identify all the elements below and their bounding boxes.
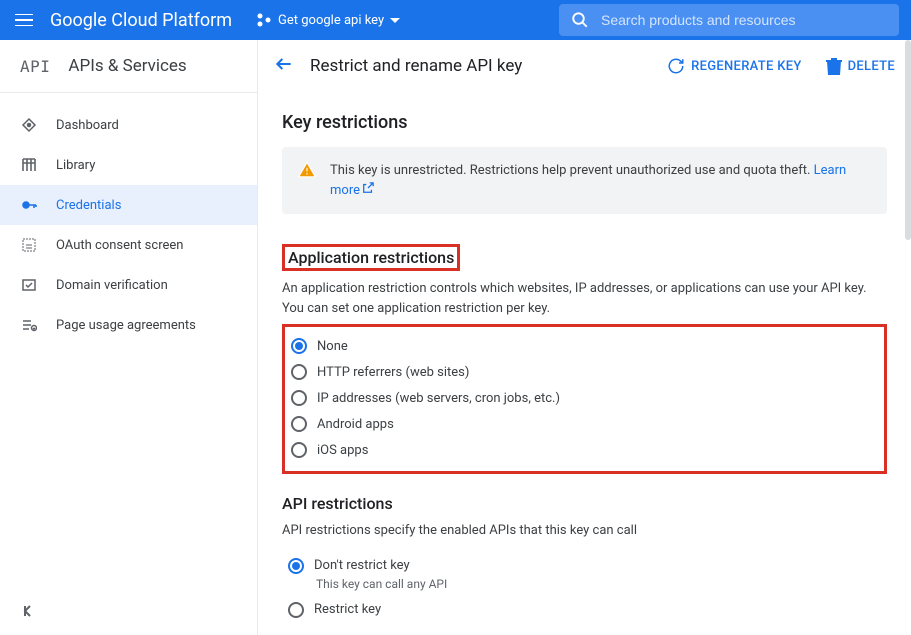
app-restrictions-desc: An application restriction controls whic… xyxy=(282,279,887,318)
library-icon xyxy=(20,156,38,174)
radio-dont-restrict[interactable]: Don't restrict key xyxy=(284,553,887,579)
radio-restrict-key[interactable]: Restrict key xyxy=(284,597,887,623)
warning-text: This key is unrestricted. Restrictions h… xyxy=(330,163,814,178)
radio-sublabel: This key can call any API xyxy=(316,577,887,591)
usage-icon xyxy=(20,316,38,334)
radio-icon xyxy=(291,442,307,458)
sidebar-item-label: Credentials xyxy=(56,198,121,213)
topbar: Google Cloud Platform Get google api key xyxy=(0,0,911,40)
radio-label: IP addresses (web servers, cron jobs, et… xyxy=(317,391,560,406)
api-logo-icon: API xyxy=(20,57,50,76)
page-title: Restrict and rename API key xyxy=(310,56,522,76)
page-header: Restrict and rename API key REGENERATE K… xyxy=(258,40,911,92)
collapse-sidebar-icon[interactable] xyxy=(20,603,36,623)
sidebar-item-usage[interactable]: Page usage agreements xyxy=(0,305,257,345)
delete-label: DELETE xyxy=(848,59,895,74)
gcp-title[interactable]: Google Cloud Platform xyxy=(50,10,232,31)
radio-label: None xyxy=(317,339,348,354)
key-icon xyxy=(20,196,38,214)
search-box[interactable] xyxy=(559,4,899,36)
sidebar-item-oauth[interactable]: OAuth consent screen xyxy=(0,225,257,265)
radio-label: Android apps xyxy=(317,417,394,432)
app-restrictions-radio-group: None HTTP referrers (web sites) IP addre… xyxy=(282,324,887,474)
sidebar-item-label: Library xyxy=(56,158,95,173)
search-input[interactable] xyxy=(601,12,887,28)
scrollbar[interactable] xyxy=(905,40,911,635)
verify-icon xyxy=(20,276,38,294)
radio-label: iOS apps xyxy=(317,443,368,458)
sidebar-item-library[interactable]: Library xyxy=(0,145,257,185)
consent-icon xyxy=(20,236,38,254)
divider xyxy=(0,92,257,93)
chevron-down-icon xyxy=(390,18,400,23)
search-icon xyxy=(571,11,589,29)
radio-ios[interactable]: iOS apps xyxy=(287,437,884,463)
sidebar-item-label: Page usage agreements xyxy=(56,318,196,333)
radio-icon xyxy=(288,558,304,574)
project-selector[interactable]: Get google api key xyxy=(256,12,400,28)
sidebar: API APIs & Services Dashboard Library Cr… xyxy=(0,40,258,635)
refresh-icon xyxy=(667,57,685,75)
main-content: Restrict and rename API key REGENERATE K… xyxy=(258,40,911,635)
api-restrictions-desc: API restrictions specify the enabled API… xyxy=(282,521,887,541)
radio-label: HTTP referrers (web sites) xyxy=(317,365,469,380)
regenerate-label: REGENERATE KEY xyxy=(691,59,802,74)
radio-icon xyxy=(291,416,307,432)
sidebar-header[interactable]: API APIs & Services xyxy=(0,40,257,92)
sidebar-item-label: OAuth consent screen xyxy=(56,238,183,253)
scrollbar-thumb[interactable] xyxy=(905,40,911,240)
external-link-icon xyxy=(362,182,374,194)
radio-icon xyxy=(288,602,304,618)
sidebar-item-credentials[interactable]: Credentials xyxy=(0,185,257,225)
project-icon xyxy=(256,12,272,28)
sidebar-title: APIs & Services xyxy=(68,56,186,76)
sidebar-item-label: Dashboard xyxy=(56,118,119,133)
radio-none[interactable]: None xyxy=(287,333,884,359)
radio-http-referrers[interactable]: HTTP referrers (web sites) xyxy=(287,359,884,385)
project-name: Get google api key xyxy=(278,13,384,28)
radio-icon xyxy=(291,364,307,380)
api-restrictions-radio-group: Don't restrict key This key can call any… xyxy=(282,547,887,631)
app-restrictions-title: Application restrictions xyxy=(282,244,460,271)
warning-icon xyxy=(298,161,316,200)
trash-icon xyxy=(826,57,842,75)
delete-key-button[interactable]: DELETE xyxy=(826,57,895,75)
sidebar-item-domain[interactable]: Domain verification xyxy=(0,265,257,305)
radio-label: Don't restrict key xyxy=(314,558,410,573)
sidebar-item-label: Domain verification xyxy=(56,278,168,293)
regenerate-key-button[interactable]: REGENERATE KEY xyxy=(667,57,802,75)
api-restrictions-title: API restrictions xyxy=(282,494,887,513)
back-arrow-icon[interactable] xyxy=(274,54,294,78)
radio-android[interactable]: Android apps xyxy=(287,411,884,437)
warning-box: This key is unrestricted. Restrictions h… xyxy=(282,147,887,214)
radio-icon xyxy=(291,338,307,354)
radio-label: Restrict key xyxy=(314,602,381,617)
radio-icon xyxy=(291,390,307,406)
sidebar-item-dashboard[interactable]: Dashboard xyxy=(0,105,257,145)
radio-ip-addresses[interactable]: IP addresses (web servers, cron jobs, et… xyxy=(287,385,884,411)
key-restrictions-title: Key restrictions xyxy=(282,112,887,133)
dashboard-icon xyxy=(20,116,38,134)
hamburger-menu-icon[interactable] xyxy=(12,8,36,32)
